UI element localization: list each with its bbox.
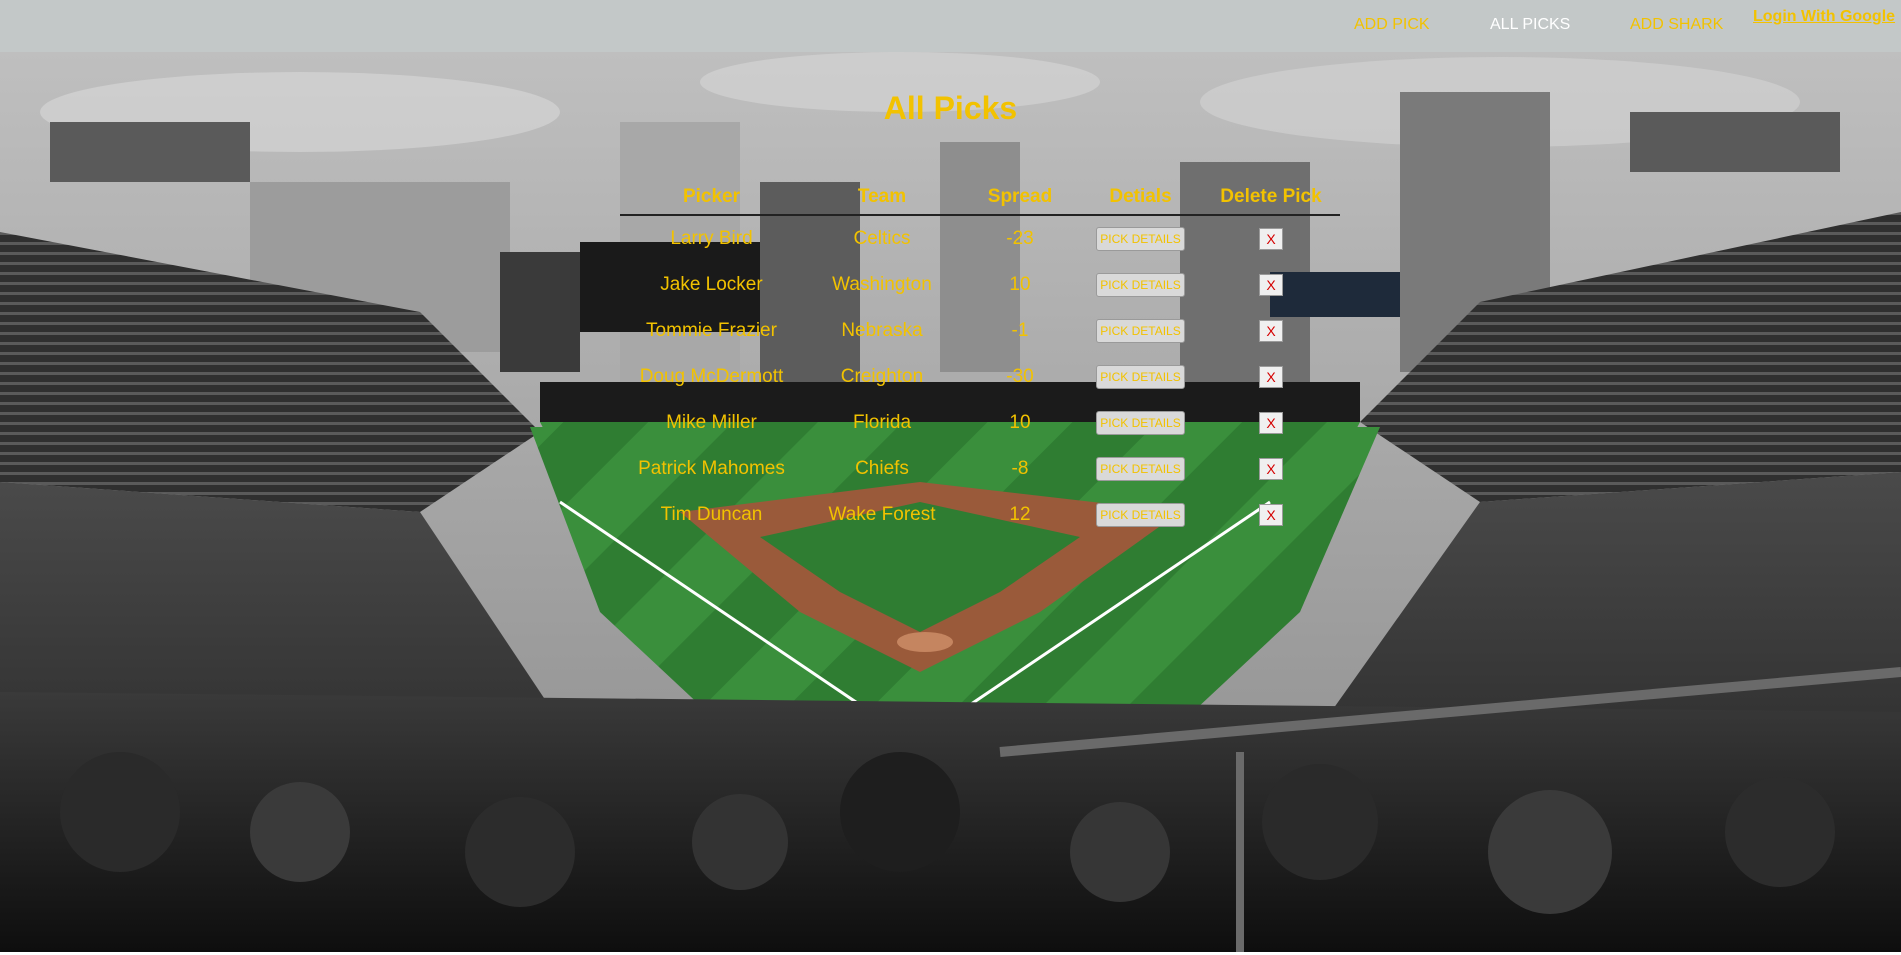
delete-cell: X (1202, 446, 1340, 492)
header-details: Detials (1079, 180, 1202, 216)
spread-cell: -23 (1006, 228, 1034, 249)
delete-cell: X (1202, 354, 1340, 400)
spread-cell: 10 (1009, 412, 1031, 433)
table-row: Jake Locker Washington 10 PICK DETAILS X (620, 262, 1340, 308)
nav-add-shark-link[interactable]: ADD SHARK (1630, 16, 1723, 34)
delete-cell: X (1202, 400, 1340, 446)
table-header-row: Picker Team Spread Detials Delete Pick (620, 180, 1340, 216)
page: ADD PICK ALL PICKS ADD SHARK Login With … (0, 0, 1901, 955)
details-cell: PICK DETAILS (1079, 215, 1202, 262)
details-cell: PICK DETAILS (1079, 262, 1202, 308)
team-cell: Creighton (840, 366, 924, 387)
spread-cell: -8 (1011, 458, 1029, 479)
picker-cell: Jake Locker (660, 274, 763, 295)
picker-cell: Patrick Mahomes (638, 458, 785, 479)
delete-cell: X (1202, 262, 1340, 308)
details-cell: PICK DETAILS (1079, 446, 1202, 492)
table-row: Patrick Mahomes Chiefs -8 PICK DETAILS X (620, 446, 1340, 492)
pick-details-button[interactable]: PICK DETAILS (1096, 227, 1185, 251)
pick-details-button[interactable]: PICK DETAILS (1096, 273, 1185, 297)
details-cell: PICK DETAILS (1079, 400, 1202, 446)
details-cell: PICK DETAILS (1079, 492, 1202, 538)
page-title: All Picks (883, 90, 1018, 126)
table-row: Mike Miller Florida 10 PICK DETAILS X (620, 400, 1340, 446)
team-cell: Wake Forest (828, 504, 936, 525)
delete-pick-button[interactable]: X (1259, 412, 1283, 434)
spread-cell: 10 (1009, 274, 1031, 295)
header-team: Team (803, 180, 961, 216)
pick-details-button[interactable]: PICK DETAILS (1096, 411, 1185, 435)
team-cell: Chiefs (855, 458, 909, 479)
team-cell: Nebraska (841, 320, 923, 341)
spread-cell: 12 (1009, 504, 1031, 525)
delete-pick-button[interactable]: X (1259, 366, 1283, 388)
delete-pick-button[interactable]: X (1259, 320, 1283, 342)
login-with-google-link[interactable]: Login With Google (1753, 8, 1895, 26)
details-cell: PICK DETAILS (1079, 308, 1202, 354)
table-row: Tim Duncan Wake Forest 12 PICK DETAILS X (620, 492, 1340, 538)
delete-cell: X (1202, 308, 1340, 354)
picker-cell: Doug McDermott (639, 366, 784, 387)
header-spread: Spread (961, 180, 1079, 216)
delete-pick-button[interactable]: X (1259, 228, 1283, 250)
table-row: Tommie Frazier Nebraska -1 PICK DETAILS … (620, 308, 1340, 354)
nav-add-pick-link[interactable]: ADD PICK (1354, 16, 1430, 34)
pick-details-button[interactable]: PICK DETAILS (1096, 365, 1185, 389)
pick-details-button[interactable]: PICK DETAILS (1096, 503, 1185, 527)
team-cell: Celtics (853, 228, 911, 249)
team-cell: Washington (832, 274, 932, 295)
table-row: Larry Bird Celtics -23 PICK DETAILS X (620, 215, 1340, 262)
picker-cell: Mike Miller (666, 412, 757, 433)
delete-cell: X (1202, 492, 1340, 538)
pick-details-button[interactable]: PICK DETAILS (1096, 319, 1185, 343)
spread-cell: -1 (1011, 320, 1029, 341)
nav-all-picks-link[interactable]: ALL PICKS (1490, 16, 1570, 34)
team-cell: Florida (852, 412, 912, 433)
table-row: Doug McDermott Creighton -30 PICK DETAIL… (620, 354, 1340, 400)
header-picker: Picker (620, 180, 803, 216)
picker-cell: Larry Bird (670, 228, 753, 249)
delete-pick-button[interactable]: X (1259, 504, 1283, 526)
pick-details-button[interactable]: PICK DETAILS (1096, 457, 1185, 481)
spread-cell: -30 (1006, 366, 1034, 387)
delete-pick-button[interactable]: X (1259, 274, 1283, 296)
navbar: ADD PICK ALL PICKS ADD SHARK Login With … (0, 0, 1901, 52)
header-delete-pick: Delete Pick (1202, 180, 1340, 216)
picker-cell: Tim Duncan (660, 504, 763, 525)
delete-pick-button[interactable]: X (1259, 458, 1283, 480)
picker-cell: Tommie Frazier (646, 320, 777, 341)
picks-table: Picker Team Spread Detials Delete Pick L… (620, 180, 1340, 538)
details-cell: PICK DETAILS (1079, 354, 1202, 400)
delete-cell: X (1202, 215, 1340, 262)
